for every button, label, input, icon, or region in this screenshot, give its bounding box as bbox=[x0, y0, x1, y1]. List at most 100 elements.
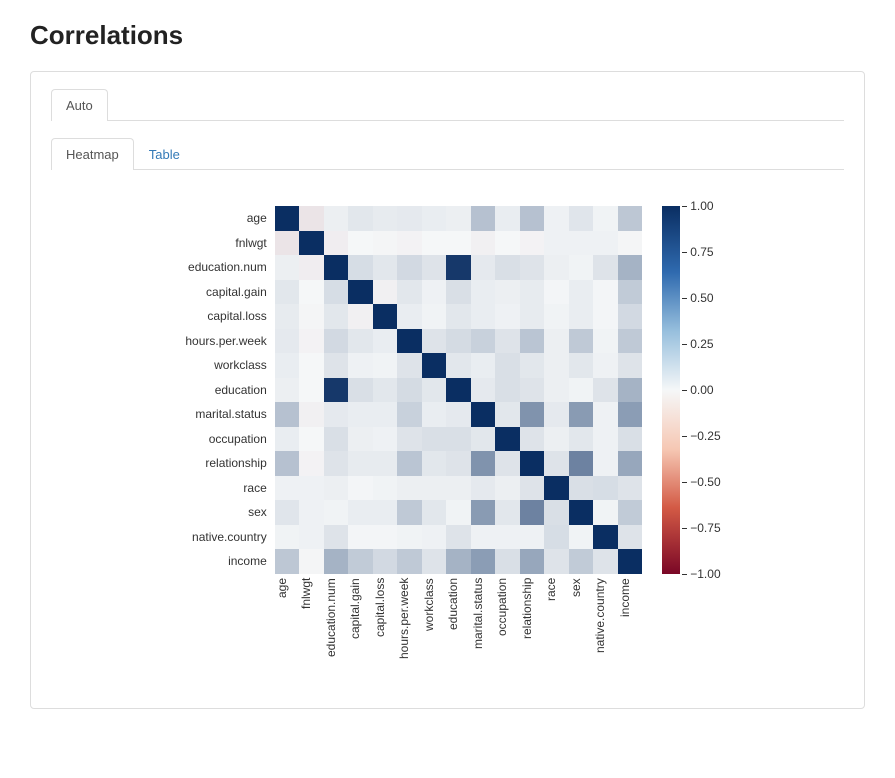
heatmap-cell bbox=[299, 280, 324, 305]
heatmap-cell bbox=[446, 255, 471, 280]
heatmap-cell bbox=[275, 353, 300, 378]
heatmap-cell bbox=[299, 378, 324, 403]
heatmap-cell bbox=[544, 427, 569, 452]
heatmap-cell bbox=[618, 500, 643, 525]
heatmap-cell bbox=[520, 427, 545, 452]
chart-area: agefnlwgteducation.numcapital.gaincapita… bbox=[51, 186, 844, 688]
heatmap-cell bbox=[373, 427, 398, 452]
heatmap-cell bbox=[324, 549, 349, 574]
heatmap-cell bbox=[422, 476, 447, 501]
y-axis-label: hours.per.week bbox=[163, 334, 275, 348]
heatmap-cell bbox=[348, 378, 373, 403]
heatmap-cell bbox=[275, 427, 300, 452]
x-axis-label: education.num bbox=[324, 578, 349, 688]
y-axis-label: education.num bbox=[163, 260, 275, 274]
heatmap-cell bbox=[446, 280, 471, 305]
heatmap-cell bbox=[495, 549, 520, 574]
heatmap-cell bbox=[544, 500, 569, 525]
tab-heatmap[interactable]: Heatmap bbox=[51, 138, 134, 170]
heatmap-cell bbox=[544, 206, 569, 231]
heatmap-cell bbox=[446, 476, 471, 501]
heatmap-cell bbox=[299, 402, 324, 427]
heatmap-cell bbox=[471, 304, 496, 329]
heatmap-cell bbox=[593, 500, 618, 525]
heatmap-cell bbox=[520, 451, 545, 476]
heatmap-cell bbox=[593, 549, 618, 574]
heatmap-cell bbox=[422, 353, 447, 378]
heatmap-cell bbox=[348, 427, 373, 452]
heatmap-cell bbox=[593, 525, 618, 550]
heatmap-cell bbox=[593, 255, 618, 280]
heatmap-cell bbox=[397, 451, 422, 476]
heatmap-cell bbox=[348, 280, 373, 305]
heatmap-cell bbox=[471, 549, 496, 574]
heatmap-cell bbox=[299, 329, 324, 354]
heatmap-cell bbox=[422, 378, 447, 403]
heatmap-row: hours.per.week bbox=[163, 329, 643, 354]
heatmap-cell bbox=[299, 500, 324, 525]
y-axis-label: occupation bbox=[163, 432, 275, 446]
heatmap-cell bbox=[422, 500, 447, 525]
heatmap-cell bbox=[618, 353, 643, 378]
heatmap-cell bbox=[618, 329, 643, 354]
heatmap-cell bbox=[471, 378, 496, 403]
heatmap-cell bbox=[544, 304, 569, 329]
heatmap-cell bbox=[569, 402, 594, 427]
heatmap-cell bbox=[324, 500, 349, 525]
heatmap: agefnlwgteducation.numcapital.gaincapita… bbox=[163, 206, 643, 688]
heatmap-cell bbox=[275, 255, 300, 280]
heatmap-cell bbox=[324, 206, 349, 231]
correlation-type-tabs: Auto bbox=[51, 88, 844, 121]
heatmap-cell bbox=[348, 549, 373, 574]
x-axis-label: sex bbox=[569, 578, 594, 688]
heatmap-cell bbox=[593, 304, 618, 329]
colorbar-tick: 0.50 bbox=[690, 291, 713, 305]
heatmap-cell bbox=[446, 451, 471, 476]
heatmap-cell bbox=[397, 525, 422, 550]
heatmap-cell bbox=[618, 206, 643, 231]
heatmap-cell bbox=[397, 378, 422, 403]
heatmap-cell bbox=[422, 427, 447, 452]
heatmap-cell bbox=[275, 231, 300, 256]
heatmap-cell bbox=[495, 255, 520, 280]
heatmap-cell bbox=[471, 451, 496, 476]
tab-auto[interactable]: Auto bbox=[51, 89, 108, 121]
heatmap-cell bbox=[348, 451, 373, 476]
y-axis-label: capital.loss bbox=[163, 309, 275, 323]
heatmap-cell bbox=[324, 255, 349, 280]
heatmap-cell bbox=[397, 476, 422, 501]
y-axis-label: relationship bbox=[163, 456, 275, 470]
heatmap-cell bbox=[495, 451, 520, 476]
heatmap-cell bbox=[618, 476, 643, 501]
heatmap-cell bbox=[373, 206, 398, 231]
heatmap-cell bbox=[495, 206, 520, 231]
heatmap-cell bbox=[373, 525, 398, 550]
heatmap-cell bbox=[618, 402, 643, 427]
heatmap-cell bbox=[422, 255, 447, 280]
heatmap-cell bbox=[569, 378, 594, 403]
heatmap-cell bbox=[348, 206, 373, 231]
heatmap-cell bbox=[275, 500, 300, 525]
heatmap-cell bbox=[446, 206, 471, 231]
heatmap-cell bbox=[569, 451, 594, 476]
heatmap-cell bbox=[275, 206, 300, 231]
heatmap-cell bbox=[471, 206, 496, 231]
heatmap-cell bbox=[422, 549, 447, 574]
heatmap-cell bbox=[471, 500, 496, 525]
x-axis-label: income bbox=[618, 578, 643, 688]
heatmap-cell bbox=[618, 304, 643, 329]
heatmap-cell bbox=[520, 231, 545, 256]
x-axis-label: education bbox=[446, 578, 471, 688]
colorbar: 1.000.750.500.250.00−0.25−0.50−0.75−1.00 bbox=[662, 206, 732, 574]
heatmap-cell bbox=[593, 427, 618, 452]
colorbar-tick: −0.75 bbox=[690, 521, 720, 535]
heatmap-cell bbox=[422, 451, 447, 476]
heatmap-cell bbox=[275, 525, 300, 550]
tab-table[interactable]: Table bbox=[134, 138, 195, 170]
heatmap-cell bbox=[569, 206, 594, 231]
heatmap-cell bbox=[520, 402, 545, 427]
heatmap-cell bbox=[324, 427, 349, 452]
colorbar-tick: −1.00 bbox=[690, 567, 720, 581]
heatmap-cell bbox=[569, 280, 594, 305]
heatmap-cell bbox=[618, 525, 643, 550]
